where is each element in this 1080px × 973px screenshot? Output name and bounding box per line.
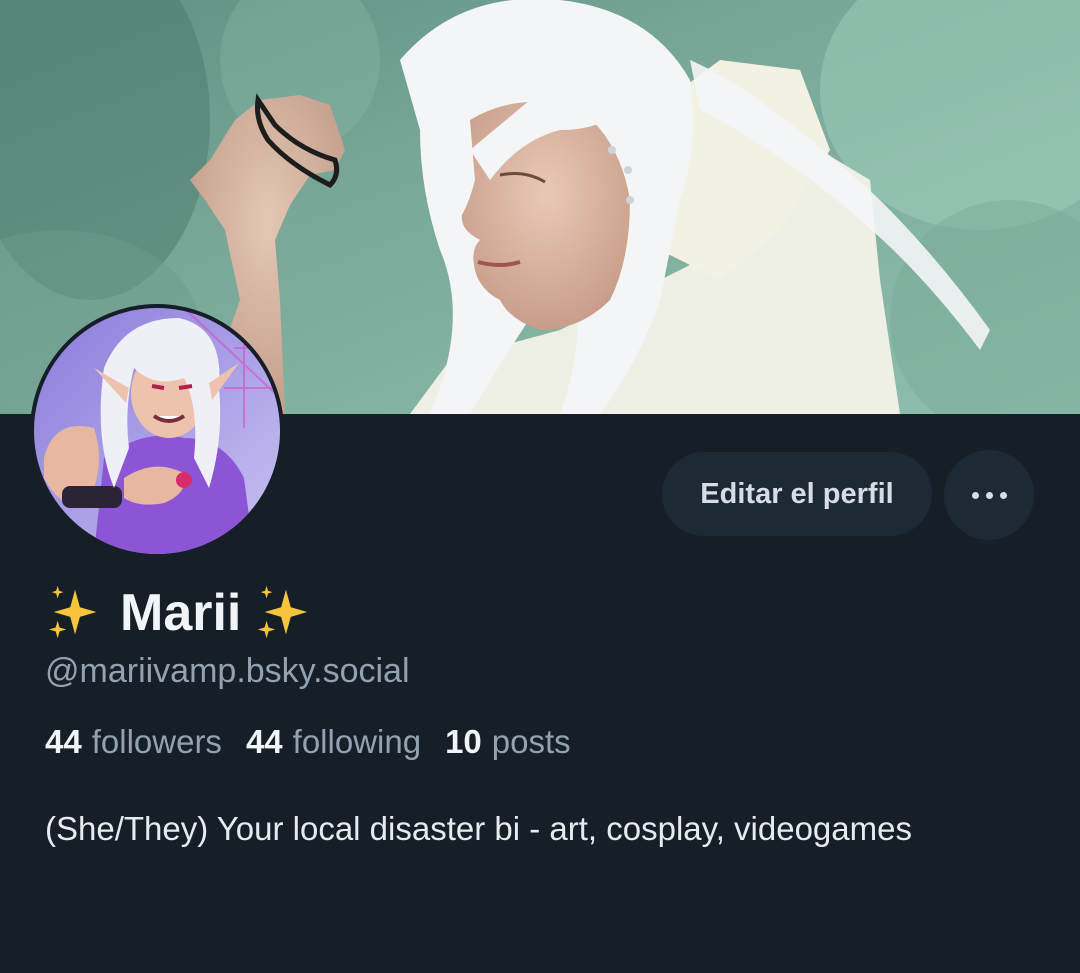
profile-page: Editar el perfil Marii @mariivamp.bsky.s… bbox=[0, 0, 1080, 973]
profile-handle: @mariivamp.bsky.social bbox=[45, 652, 410, 690]
avatar[interactable] bbox=[30, 304, 284, 558]
posts-stat: 10 posts bbox=[445, 723, 571, 761]
ellipsis-icon bbox=[971, 491, 1007, 499]
following-label: following bbox=[292, 723, 422, 760]
edit-profile-label: Editar el perfil bbox=[700, 477, 894, 510]
profile-bio: (She/They) Your local disaster bi - art,… bbox=[45, 810, 912, 847]
more-options-button[interactable] bbox=[944, 450, 1034, 540]
followers-count: 44 bbox=[45, 723, 82, 760]
display-name-text: Marii bbox=[120, 584, 242, 642]
following-count: 44 bbox=[245, 723, 283, 760]
display-name: Marii bbox=[46, 580, 315, 646]
profile-stats: 44 followers 44 following 10 posts bbox=[45, 723, 571, 761]
posts-count: 10 bbox=[445, 723, 482, 760]
posts-label: posts bbox=[491, 723, 571, 760]
avatar-image bbox=[34, 308, 280, 554]
followers-stat[interactable]: 44 followers bbox=[45, 723, 222, 761]
sparkles-icon bbox=[258, 585, 308, 639]
edit-profile-button[interactable]: Editar el perfil bbox=[662, 452, 932, 536]
followers-label: followers bbox=[91, 723, 222, 760]
following-stat[interactable]: 44 following bbox=[246, 723, 421, 761]
sparkles-icon bbox=[48, 585, 97, 639]
